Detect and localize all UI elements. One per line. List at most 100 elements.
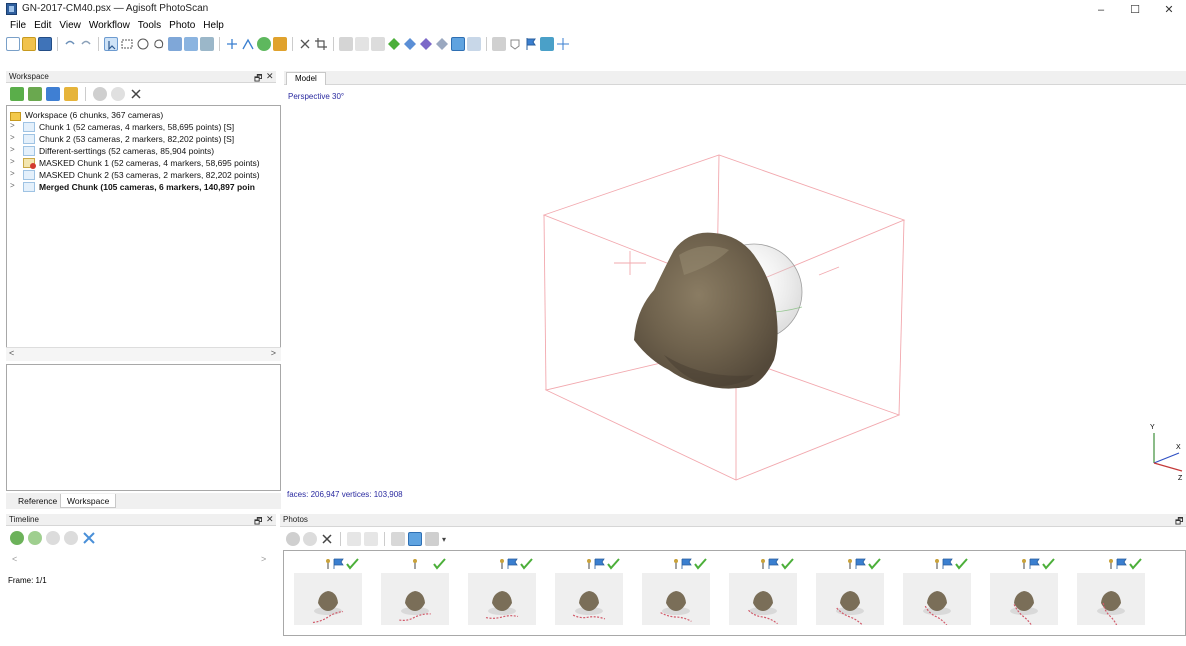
model-viewport[interactable]: Y X Z Perspective 30° faces: 206,947 ver… bbox=[284, 85, 1186, 509]
workspace-chunk-item[interactable]: > Merged Chunk (105 cameras, 6 markers, 1… bbox=[7, 181, 279, 193]
undo-icon[interactable] bbox=[63, 37, 77, 51]
remove-items-icon[interactable] bbox=[129, 87, 143, 101]
maximize-button[interactable]: ☐ bbox=[1120, 2, 1150, 18]
enable-icon[interactable] bbox=[93, 87, 107, 101]
tab-workspace[interactable]: Workspace bbox=[60, 494, 117, 508]
photo-thumbnail[interactable] bbox=[810, 555, 890, 629]
menu-tools[interactable]: Tools bbox=[134, 19, 165, 33]
expand-chevron-icon[interactable]: > bbox=[10, 169, 15, 178]
float-pane-icon[interactable]: 🗗 bbox=[1175, 514, 1183, 530]
capture-view-icon[interactable] bbox=[492, 37, 506, 51]
settings-tools-icon[interactable] bbox=[82, 531, 96, 545]
point-cloud-icon[interactable] bbox=[387, 37, 401, 51]
expand-chevron-icon[interactable]: > bbox=[10, 133, 15, 142]
expand-chevron-icon[interactable]: > bbox=[10, 157, 15, 166]
show-grid-icon[interactable] bbox=[355, 37, 369, 51]
record-icon[interactable] bbox=[64, 531, 78, 545]
minimize-button[interactable]: – bbox=[1086, 2, 1116, 18]
disable-icon[interactable] bbox=[111, 87, 125, 101]
add-folder-icon[interactable] bbox=[64, 87, 78, 101]
photo-thumbnail[interactable] bbox=[462, 555, 542, 629]
workspace-chunk-item[interactable]: > Different-serttings (52 cameras, 85,904… bbox=[7, 145, 279, 157]
close-button[interactable]: ✕ bbox=[1154, 2, 1184, 18]
save-icon[interactable] bbox=[38, 37, 52, 51]
rotate-object-icon[interactable] bbox=[184, 37, 198, 51]
menu-photo[interactable]: Photo bbox=[165, 19, 199, 33]
tab-model[interactable]: Model bbox=[286, 72, 326, 85]
tiled-model-icon[interactable] bbox=[467, 37, 481, 51]
workspace-chunk-item[interactable]: > MASKED Chunk 2 (53 cameras, 2 markers, … bbox=[7, 169, 279, 181]
scroll-right-arrow-icon[interactable]: > bbox=[271, 348, 276, 358]
add-chunk-icon[interactable] bbox=[10, 87, 24, 101]
solid-model-icon[interactable] bbox=[435, 37, 449, 51]
add-photos-icon[interactable] bbox=[28, 87, 42, 101]
timeline-prev-arrow[interactable]: < bbox=[12, 554, 17, 564]
photo-thumbnail[interactable] bbox=[984, 555, 1064, 629]
show-cameras-icon[interactable] bbox=[339, 37, 353, 51]
delete-selection-icon[interactable] bbox=[298, 37, 312, 51]
rotate-left-icon[interactable] bbox=[347, 532, 361, 546]
menu-edit[interactable]: Edit bbox=[30, 19, 55, 33]
rotate-right-icon[interactable] bbox=[364, 532, 378, 546]
expand-chevron-icon[interactable]: > bbox=[10, 121, 15, 130]
filter-photos-icon[interactable] bbox=[391, 532, 405, 546]
photo-thumbnail[interactable] bbox=[1071, 555, 1151, 629]
photo-thumbnail[interactable] bbox=[549, 555, 629, 629]
close-pane-icon[interactable]: ✕ bbox=[266, 514, 274, 525]
move-object-icon[interactable] bbox=[168, 37, 182, 51]
shapes-icon[interactable] bbox=[508, 37, 522, 51]
photo-thumbnail[interactable] bbox=[375, 555, 455, 629]
markers-flag-icon[interactable] bbox=[524, 37, 538, 51]
model-stats-label: faces: 206,947 vertices: 103,908 bbox=[287, 490, 403, 499]
shaded-model-icon[interactable] bbox=[419, 37, 433, 51]
textured-model-icon[interactable] bbox=[451, 37, 465, 51]
photo-thumbnail[interactable] bbox=[288, 555, 368, 629]
disable-camera-icon[interactable] bbox=[303, 532, 317, 546]
scroll-left-arrow-icon[interactable]: < bbox=[9, 348, 14, 358]
view-dropdown-chevron-icon[interactable]: ▾ bbox=[442, 535, 446, 544]
model-3d-scene[interactable]: Y X Z bbox=[284, 85, 1186, 509]
menu-view[interactable]: View bbox=[55, 19, 85, 33]
menu-workflow[interactable]: Workflow bbox=[85, 19, 134, 33]
rectangle-selection-icon[interactable] bbox=[120, 37, 134, 51]
draw-polyline-icon[interactable] bbox=[241, 37, 255, 51]
timeline-next-arrow[interactable]: > bbox=[261, 554, 266, 564]
workspace-chunk-item[interactable]: > Chunk 1 (52 cameras, 4 markers, 58,695 … bbox=[7, 121, 279, 133]
expand-chevron-icon[interactable]: > bbox=[10, 145, 15, 154]
menu-help[interactable]: Help bbox=[199, 19, 228, 33]
remove-keyframe-icon[interactable] bbox=[28, 531, 42, 545]
thumbnail-view-icon[interactable] bbox=[408, 532, 422, 546]
workspace-chunk-item[interactable]: > Chunk 2 (53 cameras, 2 markers, 82,202 … bbox=[7, 133, 279, 145]
redo-icon[interactable] bbox=[79, 37, 93, 51]
expand-chevron-icon[interactable]: > bbox=[10, 181, 15, 190]
new-file-icon[interactable] bbox=[6, 37, 20, 51]
circle-selection-icon[interactable] bbox=[136, 37, 150, 51]
play-icon[interactable] bbox=[46, 531, 60, 545]
remove-camera-icon[interactable] bbox=[320, 532, 334, 546]
scale-object-icon[interactable] bbox=[200, 37, 214, 51]
workspace-root[interactable]: Workspace (6 chunks, 367 cameras) bbox=[7, 109, 277, 121]
grid-view-icon[interactable] bbox=[425, 532, 439, 546]
show-region-icon[interactable] bbox=[371, 37, 385, 51]
close-pane-icon[interactable]: ✕ bbox=[266, 71, 274, 82]
workspace-horizontal-scrollbar[interactable]: < > bbox=[6, 347, 281, 361]
photo-thumbnail[interactable] bbox=[636, 555, 716, 629]
photo-thumbnail[interactable] bbox=[723, 555, 803, 629]
crop-selection-icon[interactable] bbox=[314, 37, 328, 51]
add-keyframe-icon[interactable] bbox=[10, 531, 24, 545]
add-markers-icon[interactable] bbox=[46, 87, 60, 101]
enable-camera-icon[interactable] bbox=[286, 532, 300, 546]
photo-thumbnail[interactable] bbox=[897, 555, 977, 629]
menu-file[interactable]: File bbox=[6, 19, 30, 33]
scale-bar-icon[interactable] bbox=[540, 37, 554, 51]
navigation-icon[interactable] bbox=[104, 37, 118, 51]
free-form-selection-icon[interactable] bbox=[152, 37, 166, 51]
dense-cloud-icon[interactable] bbox=[403, 37, 417, 51]
tab-reference[interactable]: Reference bbox=[12, 494, 63, 508]
draw-polygon-icon[interactable] bbox=[257, 37, 271, 51]
ruler-icon[interactable] bbox=[225, 37, 239, 51]
open-folder-icon[interactable] bbox=[22, 37, 36, 51]
draw-point-icon[interactable] bbox=[273, 37, 287, 51]
workspace-chunk-item[interactable]: > MASKED Chunk 1 (52 cameras, 4 markers, … bbox=[7, 157, 279, 169]
axes-icon[interactable] bbox=[556, 37, 570, 51]
